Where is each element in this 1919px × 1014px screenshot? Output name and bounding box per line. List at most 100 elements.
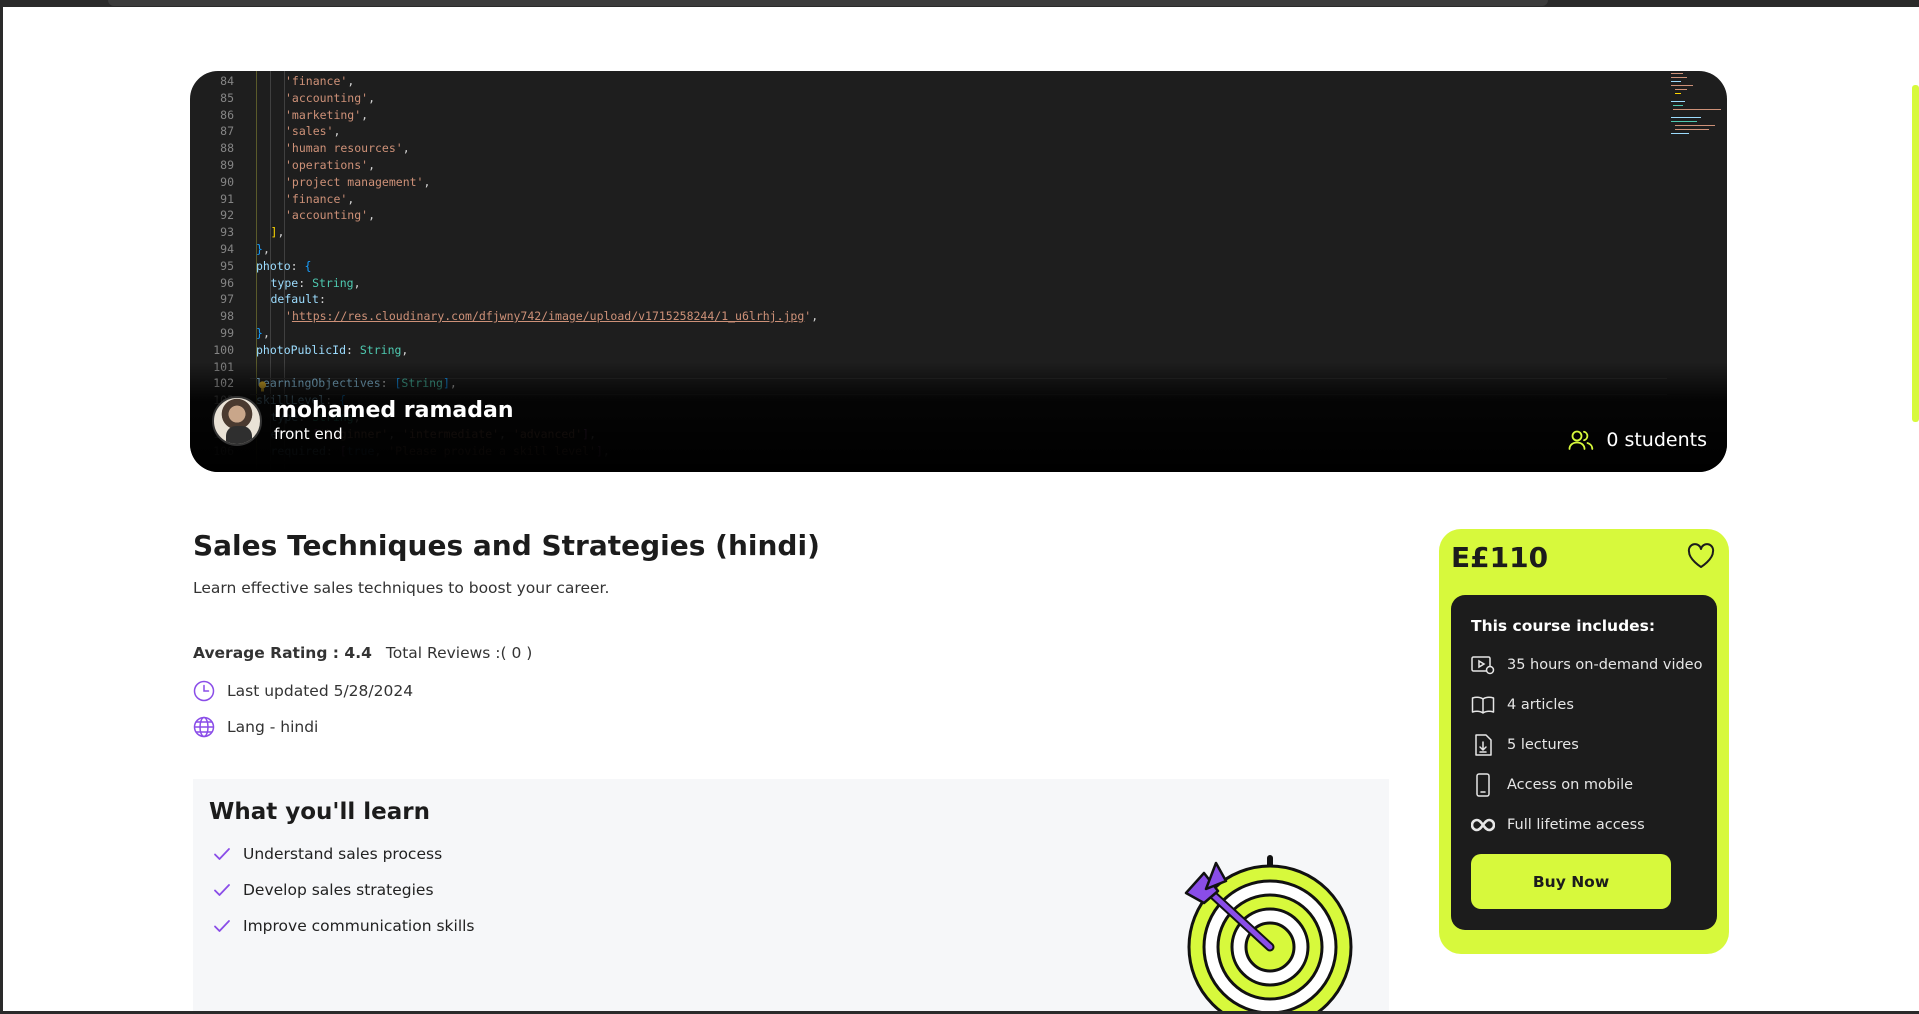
browser-top-bar: [108, 0, 1548, 6]
line-number: 91: [220, 191, 234, 206]
code-line: 92 'accounting',: [190, 207, 1727, 224]
code-text: 'human resources',: [285, 141, 410, 156]
check-icon: [214, 920, 230, 932]
line-number: 98: [220, 309, 234, 324]
learning-objectives-section: What you'll learn Understand sales proce…: [193, 779, 1389, 1011]
include-item: Access on mobile: [1471, 773, 1633, 797]
code-text: 'operations',: [285, 157, 376, 172]
course-hero-banner: 84 'finance', 85 'accounting', 86 'marketing'…: [190, 71, 1727, 472]
code-text: photoPublicId: String,: [256, 342, 409, 357]
globe-icon: [193, 716, 215, 738]
code-text: 'finance',: [285, 191, 355, 206]
code-text: type: String,: [270, 275, 361, 290]
students-count-label: 0 students: [1606, 429, 1707, 451]
line-number: 97: [220, 292, 234, 307]
line-number: 90: [220, 174, 234, 189]
scrollbar-thumb[interactable]: [1912, 85, 1919, 422]
students-count: 0 students: [1568, 429, 1707, 451]
buy-now-button[interactable]: Buy Now: [1471, 854, 1671, 909]
code-text: default:: [270, 292, 326, 307]
learn-item: Improve communication skills: [213, 917, 475, 935]
users-icon: [1568, 430, 1594, 450]
code-text: 'sales',: [285, 124, 341, 139]
target-illustration: [1184, 855, 1353, 1011]
line-number: 94: [220, 241, 234, 256]
line-number: 93: [220, 225, 234, 240]
line-number: 85: [220, 90, 234, 105]
code-text: 'https://res.cloudinary.com/dfjwny742/im…: [285, 309, 819, 324]
code-text: 'finance',: [285, 74, 355, 88]
code-text: 'project management',: [285, 174, 431, 189]
last-updated-row: Last updated 5/28/2024: [193, 680, 413, 702]
instructor-info[interactable]: mohamed ramadan front end: [212, 395, 514, 447]
course-includes-panel: This course includes: 35 hours on-demand…: [1451, 595, 1717, 930]
code-line: 91 'finance',: [190, 191, 1727, 208]
code-line: 95 photo: {: [190, 258, 1727, 275]
code-text: },: [256, 241, 270, 256]
line-number: 86: [220, 107, 234, 122]
line-number: 92: [220, 208, 234, 223]
code-line: 89 'operations',: [190, 157, 1727, 174]
language-label: Lang - hindi: [227, 718, 319, 736]
code-line: 96 type: String,: [190, 275, 1727, 292]
code-line: 94},: [190, 241, 1727, 258]
code-line: 98 'https://res.cloudinary.com/dfjwny742/…: [190, 308, 1727, 325]
language-row: Lang - hindi: [193, 716, 318, 738]
code-line: 93],: [190, 224, 1727, 241]
include-item-label: Full lifetime access: [1507, 817, 1645, 833]
code-line: 88 'human resources',: [190, 140, 1727, 157]
rating-row: Average Rating : 4.4 Total Reviews :( 0 …: [193, 644, 532, 662]
learn-item-label: Understand sales process: [243, 845, 443, 863]
code-line: 100 photoPublicId: String,: [190, 342, 1727, 359]
last-updated-label: Last updated 5/28/2024: [227, 682, 414, 700]
line-number: 88: [220, 141, 234, 156]
clock-icon: [193, 680, 215, 702]
course-subtitle: Learn effective sales techniques to boos…: [193, 579, 610, 597]
line-number: 100: [213, 342, 234, 357]
code-text: photo: {: [256, 258, 312, 273]
instructor-name[interactable]: mohamed ramadan: [274, 398, 514, 424]
editor-minimap: [1667, 71, 1727, 171]
code-line: 84 'finance',: [190, 73, 1727, 90]
learn-section-title: What you'll learn: [209, 799, 430, 825]
code-line: 86 'marketing',: [190, 107, 1727, 124]
include-item: 35 hours on-demand video: [1471, 653, 1702, 677]
purchase-card: E£110 This course includes: 35 hours on-…: [1439, 529, 1729, 954]
check-icon: [214, 848, 230, 860]
code-line: 90 'project management',: [190, 174, 1727, 191]
page-viewport: 84 'finance', 85 'accounting', 86 'marketing'…: [3, 7, 1919, 1011]
total-reviews: Total Reviews :( 0 ): [385, 644, 533, 662]
learn-item: Understand sales process: [213, 845, 442, 863]
learn-item: Develop sales strategies: [213, 881, 434, 899]
line-number: 84: [220, 74, 234, 88]
heart-icon[interactable]: [1687, 543, 1715, 569]
code-text: 'marketing',: [285, 107, 369, 122]
check-icon: [214, 884, 230, 896]
file-download-icon: [1475, 734, 1492, 756]
include-item: 5 lectures: [1471, 733, 1579, 757]
code-line: 97 default:: [190, 291, 1727, 308]
include-item: Full lifetime access: [1471, 813, 1645, 837]
include-item-label: Access on mobile: [1507, 777, 1634, 793]
include-item: 4 articles: [1471, 693, 1574, 717]
include-item-label: 4 articles: [1507, 697, 1574, 713]
instructor-avatar[interactable]: [212, 396, 262, 446]
code-line: 87 'sales',: [190, 123, 1727, 140]
include-item-label: 35 hours on-demand video: [1507, 657, 1703, 673]
code-line: 99},: [190, 325, 1727, 342]
code-text: 'accounting',: [285, 90, 376, 105]
learn-item-label: Develop sales strategies: [243, 881, 434, 899]
average-rating: Average Rating : 4.4: [193, 644, 372, 662]
line-number: 87: [220, 124, 234, 139]
code-text: },: [256, 325, 270, 340]
code-text: ],: [270, 225, 285, 240]
mobile-icon: [1476, 773, 1490, 797]
learn-item-label: Improve communication skills: [243, 917, 475, 935]
include-item-label: 5 lectures: [1507, 737, 1579, 753]
line-number: 99: [220, 325, 234, 340]
instructor-role: front end: [274, 425, 343, 443]
line-number: 89: [220, 157, 234, 172]
code-text: 'accounting',: [285, 208, 376, 223]
line-number: 95: [220, 258, 234, 273]
course-price: E£110: [1451, 541, 1549, 574]
